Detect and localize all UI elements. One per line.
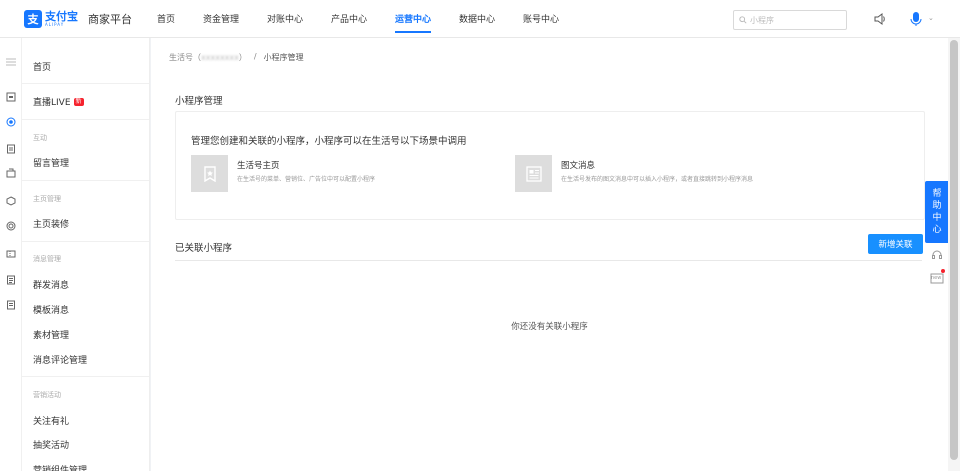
nav-account[interactable]: 账号中心 (523, 0, 587, 38)
breadcrumb-root[interactable]: 生活号（xxxxxxxx） (169, 52, 247, 63)
feature-title: 图文消息 (561, 161, 596, 171)
logo-en: ALIPAY (45, 21, 65, 27)
help-center-button[interactable]: 帮 助 中 心 (925, 181, 949, 243)
document-icon[interactable] (6, 275, 16, 285)
scrollbar[interactable] (948, 38, 960, 471)
article-icon (515, 155, 552, 192)
alipay-logo-icon: 支 (24, 9, 42, 28)
feature-article-message: 图文消息 在生活号发布的图文消息中可以插入小程序，或者直接跳转到小程序消息 (515, 155, 791, 192)
nav-home[interactable]: 首页 (157, 0, 203, 38)
ticket-icon[interactable] (6, 249, 16, 259)
nav-funds[interactable]: 资金管理 (203, 0, 267, 38)
cube-icon[interactable] (6, 196, 16, 206)
menu-item-home[interactable]: 首页 (33, 60, 51, 73)
search-input[interactable] (750, 15, 840, 25)
live-icon[interactable] (6, 117, 16, 127)
linked-header: 已关联小程序 新增关联 (175, 234, 923, 261)
target-icon[interactable] (6, 221, 16, 231)
breadcrumb: 生活号（xxxxxxxx） / 小程序管理 (169, 52, 304, 63)
logo-cn: 支付宝 (45, 9, 78, 23)
nav-products[interactable]: 产品中心 (331, 0, 395, 38)
notification-dot (941, 269, 945, 273)
main-nav: 首页 资金管理 对账中心 产品中心 运营中心 数据中心 账号中心 (157, 0, 587, 38)
menu-group-homepage: 主页管理 (33, 195, 61, 203)
new-feature-icon[interactable]: new (925, 267, 949, 289)
search-box[interactable] (733, 10, 847, 30)
microphone-icon[interactable] (909, 11, 923, 27)
feature-homepage: 生活号主页 在生活号的菜单、营销位、广告位中可以配置小程序 (191, 155, 467, 192)
scrollbar-thumb[interactable] (950, 40, 958, 460)
side-menu: 首页 直播LIVE 新 互动 留言管理 主页管理 主页装修 消息管理 群发消息 … (22, 38, 150, 471)
menu-item-live-label: 直播LIVE (33, 98, 71, 108)
feature-title: 生活号主页 (237, 161, 280, 171)
menu-item-lottery[interactable]: 抽奖活动 (33, 438, 69, 451)
new-badge: 新 (73, 97, 84, 106)
menu-item-follow-gift[interactable]: 关注有礼 (33, 414, 69, 427)
breadcrumb-separator: / (253, 52, 257, 61)
menu-item-live[interactable]: 直播LIVE 新 (33, 95, 84, 108)
card-intro: 管理您创建和关联的小程序，小程序可以在生活号以下场景中调用 (191, 136, 467, 147)
main-content: 生活号（xxxxxxxx） / 小程序管理 小程序管理 管理您创建和关联的小程序… (151, 38, 948, 471)
list-icon[interactable] (6, 300, 16, 310)
home-icon[interactable] (6, 92, 16, 102)
menu-toggle-icon[interactable] (6, 57, 16, 67)
platform-name: 商家平台 (88, 12, 132, 26)
menu-group-marketing: 营销活动 (33, 391, 61, 399)
headset-icon[interactable] (925, 244, 949, 266)
menu-item-decor[interactable]: 主页装修 (33, 217, 69, 230)
menu-item-broadcast[interactable]: 群发消息 (33, 278, 69, 291)
breadcrumb-current: 小程序管理 (263, 53, 304, 62)
menu-item-msg-comment[interactable]: 消息评论管理 (33, 353, 87, 366)
menu-item-comments[interactable]: 留言管理 (33, 156, 69, 169)
bookmark-icon (191, 155, 228, 192)
search-icon (739, 16, 747, 24)
icon-rail (0, 38, 22, 471)
scenario-card: 管理您创建和关联的小程序，小程序可以在生活号以下场景中调用 生活号主页 在生活号… (175, 111, 925, 220)
section-title: 小程序管理 (175, 96, 223, 107)
menu-item-template[interactable]: 模板消息 (33, 303, 69, 316)
nav-reconciliation[interactable]: 对账中心 (267, 0, 331, 38)
menu-item-marketing-component[interactable]: 营销组件管理 (33, 463, 87, 471)
chevron-down-icon[interactable]: ⌄ (928, 14, 934, 22)
interact-icon[interactable] (6, 144, 16, 154)
menu-group-interact: 互动 (33, 134, 47, 142)
feature-desc: 在生活号发布的图文消息中可以插入小程序，或者直接跳转到小程序消息 (561, 176, 754, 183)
linked-title: 已关联小程序 (175, 243, 233, 254)
feature-desc: 在生活号的菜单、营销位、广告位中可以配置小程序 (237, 176, 376, 183)
add-link-button[interactable]: 新增关联 (868, 234, 923, 254)
nav-data[interactable]: 数据中心 (459, 0, 523, 38)
menu-item-material[interactable]: 素材管理 (33, 328, 69, 341)
empty-state: 你还没有关联小程序 (511, 322, 588, 332)
menu-group-message: 消息管理 (33, 255, 61, 263)
nav-operations[interactable]: 运营中心 (395, 0, 431, 38)
speaker-icon[interactable] (873, 12, 887, 26)
alipay-logo[interactable]: 支 支付宝 ALIPAY 商家平台 (24, 9, 144, 28)
homepage-icon[interactable] (6, 168, 16, 178)
